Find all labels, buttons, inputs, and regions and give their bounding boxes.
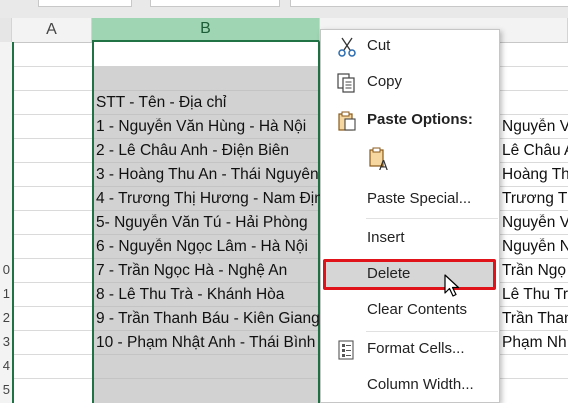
- gridline: [94, 138, 318, 139]
- cell-b[interactable]: 8 - Lê Thu Trà - Khánh Hòa: [96, 286, 320, 304]
- cell-b[interactable]: 6 - Nguyễn Ngọc Lâm - Hà Nội: [96, 238, 320, 256]
- formula-box-edge[interactable]: [150, 0, 280, 7]
- delete-highlight-box: [323, 259, 496, 290]
- row-number[interactable]: 5: [0, 382, 10, 397]
- menu-heading-paste-options: Paste Options:: [321, 106, 499, 134]
- cell-b-header[interactable]: STT - Tên - Địa chỉ: [96, 94, 320, 112]
- copy-icon: [336, 72, 358, 94]
- cell-b[interactable]: 2 - Lê Châu Anh - Điện Biên: [96, 142, 320, 160]
- menu-item-label: Format Cells...: [367, 340, 465, 357]
- gridline: [94, 90, 318, 91]
- cell-b[interactable]: 3 - Hoàng Thu An - Thái Nguyên: [96, 166, 320, 184]
- gridline: [94, 306, 318, 307]
- cell-c[interactable]: Nguyễn V: [502, 214, 568, 232]
- gridline: [94, 258, 318, 259]
- column-header-a[interactable]: A: [12, 18, 92, 42]
- cell-b[interactable]: 9 - Trần Thanh Báu - Kiên Giang: [96, 310, 320, 328]
- cell-c[interactable]: Lê Thu Tr: [502, 286, 568, 304]
- menu-separator: [366, 218, 498, 219]
- menu-separator: [366, 331, 498, 332]
- name-box-edge[interactable]: [38, 0, 132, 7]
- clipboard-icon: [336, 110, 358, 132]
- cell-b[interactable]: 4 - Trương Thị Hương - Nam Định: [96, 190, 320, 208]
- gridline: [94, 210, 318, 211]
- cell-c[interactable]: Trần Ngọ: [502, 262, 568, 280]
- cell-c[interactable]: Trương T: [502, 190, 568, 208]
- gridline: [94, 354, 318, 355]
- cell-b[interactable]: 5- Nguyễn Văn Tú - Hải Phòng: [96, 214, 320, 232]
- cell-c[interactable]: Lê Châu A: [502, 142, 568, 160]
- mouse-pointer-icon: [444, 274, 462, 300]
- menu-item-format-cells[interactable]: Format Cells...: [321, 335, 499, 363]
- menu-item-cut[interactable]: Cut: [321, 32, 499, 60]
- select-all-corner[interactable]: [0, 18, 12, 42]
- scissors-icon: [336, 36, 358, 58]
- paste-values-option[interactable]: A: [361, 142, 421, 176]
- formula-input-edge[interactable]: [290, 0, 568, 7]
- gridline: [94, 114, 318, 115]
- menu-item-paste-special[interactable]: Paste Special...: [321, 185, 499, 213]
- menu-item-label: Cut: [367, 37, 391, 54]
- cell-c[interactable]: Nguyễn N: [502, 238, 568, 256]
- gridline: [94, 282, 318, 283]
- menu-item-insert[interactable]: Insert: [321, 224, 499, 252]
- gridline: [94, 330, 318, 331]
- menu-item-label: Column Width...: [367, 376, 474, 393]
- paste-text-icon: A: [367, 146, 393, 174]
- context-menu: Cut Copy Paste Options: A Paste Special.…: [320, 29, 500, 403]
- cell-b[interactable]: 1 - Nguyễn Văn Hùng - Hà Nội: [96, 118, 320, 136]
- cell-b[interactable]: 7 - Trần Ngọc Hà - Nghệ An: [96, 262, 320, 280]
- row-number[interactable]: 0: [0, 262, 10, 277]
- gridline: [94, 234, 318, 235]
- column-header-b[interactable]: B: [92, 18, 320, 42]
- row-number[interactable]: 1: [0, 286, 10, 301]
- paste-options-heading: Paste Options:: [367, 111, 473, 128]
- formula-bar-area: [0, 0, 568, 18]
- format-cells-icon: [336, 339, 358, 361]
- gridline: [94, 162, 318, 163]
- cell-c[interactable]: Phạm Nh: [502, 334, 568, 352]
- menu-item-label: Clear Contents: [367, 301, 468, 318]
- row-number[interactable]: 2: [0, 310, 10, 325]
- menu-item-label: Insert: [367, 229, 405, 246]
- cell-c[interactable]: Hoàng Th: [502, 166, 568, 184]
- gridline: [94, 186, 318, 187]
- cell-c[interactable]: Nguyễn V: [502, 118, 568, 136]
- menu-item-label: Copy: [367, 73, 403, 90]
- menu-item-column-width[interactable]: Column Width...: [321, 371, 499, 399]
- cell-b[interactable]: 10 - Phạm Nhật Anh - Thái Bình: [96, 334, 320, 352]
- menu-item-copy[interactable]: Copy: [321, 68, 499, 96]
- cell-c[interactable]: Trần Than: [502, 310, 568, 328]
- menu-item-clear-contents[interactable]: Clear Contents: [321, 296, 499, 324]
- gridline: [94, 378, 318, 379]
- row-number[interactable]: 3: [0, 334, 10, 349]
- cell-b1[interactable]: [94, 42, 318, 66]
- row-headers: 0 1 2 3 4 5: [0, 42, 14, 403]
- row-number[interactable]: 4: [0, 358, 10, 373]
- svg-text:A: A: [379, 159, 388, 172]
- menu-item-label: Paste Special...: [367, 190, 472, 207]
